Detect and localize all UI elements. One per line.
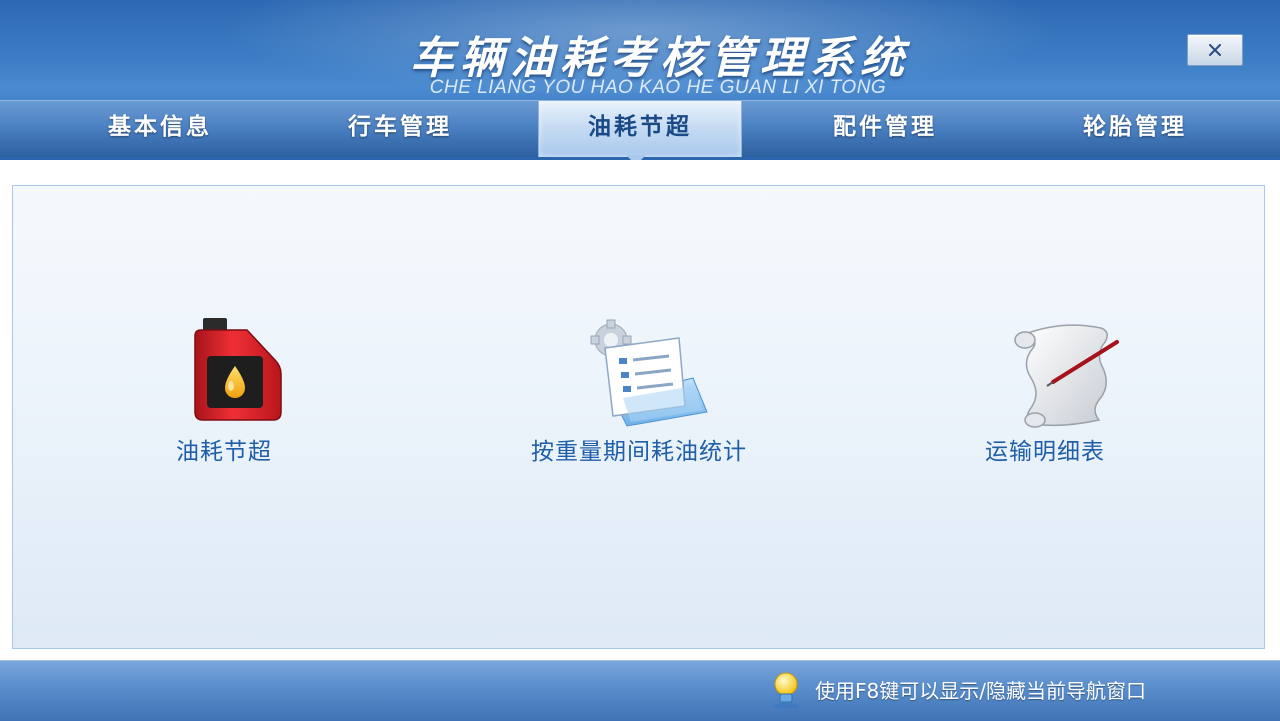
tab-fuel-consumption[interactable]: 油耗节超 xyxy=(538,101,742,157)
close-button[interactable] xyxy=(1187,34,1243,66)
close-icon xyxy=(1209,44,1221,56)
app-subtitle: CHE LIANG YOU HAO KAO HE GUAN LI XI TONG xyxy=(429,77,887,98)
tab-tire-management[interactable]: 轮胎管理 xyxy=(1035,101,1235,157)
fuel-consumption-label: 油耗节超 xyxy=(176,439,272,465)
app-window: 车辆油耗考核管理系统 CHE LIANG YOU HAO KAO HE GUAN… xyxy=(0,0,1280,721)
tab-driving-management[interactable]: 行车管理 xyxy=(300,101,500,157)
nav-tabs: 基本信息 行车管理 油耗节超 配件管理 轮胎管理 xyxy=(0,100,1280,157)
lightbulb-icon xyxy=(773,672,799,709)
transport-detail-label: 运输明细表 xyxy=(985,439,1105,465)
fuel-consumption-item[interactable]: 油耗节超 xyxy=(163,306,333,466)
scroll-pen-icon xyxy=(1014,324,1119,428)
weight-period-fuel-stats-item[interactable]: 按重量期间耗油统计 xyxy=(513,306,803,466)
content-panel: 油耗节超 按重量期间耗油统计 运输明细表 xyxy=(12,185,1265,649)
oil-can-icon xyxy=(194,318,282,421)
tab-parts-management[interactable]: 配件管理 xyxy=(785,101,985,157)
header: 车辆油耗考核管理系统 CHE LIANG YOU HAO KAO HE GUAN… xyxy=(0,0,1280,161)
report-settings-icon xyxy=(590,319,708,427)
status-bar: 使用F8键可以显示/隐藏当前导航窗口 xyxy=(0,660,1280,721)
transport-detail-item[interactable]: 运输明细表 xyxy=(973,306,1153,466)
tab-basic-info[interactable]: 基本信息 xyxy=(60,101,260,157)
weight-period-fuel-stats-label: 按重量期间耗油统计 xyxy=(531,439,747,465)
main-area: 油耗节超 按重量期间耗油统计 运输明细表 xyxy=(0,160,1280,660)
status-hint: 使用F8键可以显示/隐藏当前导航窗口 xyxy=(815,679,1146,703)
